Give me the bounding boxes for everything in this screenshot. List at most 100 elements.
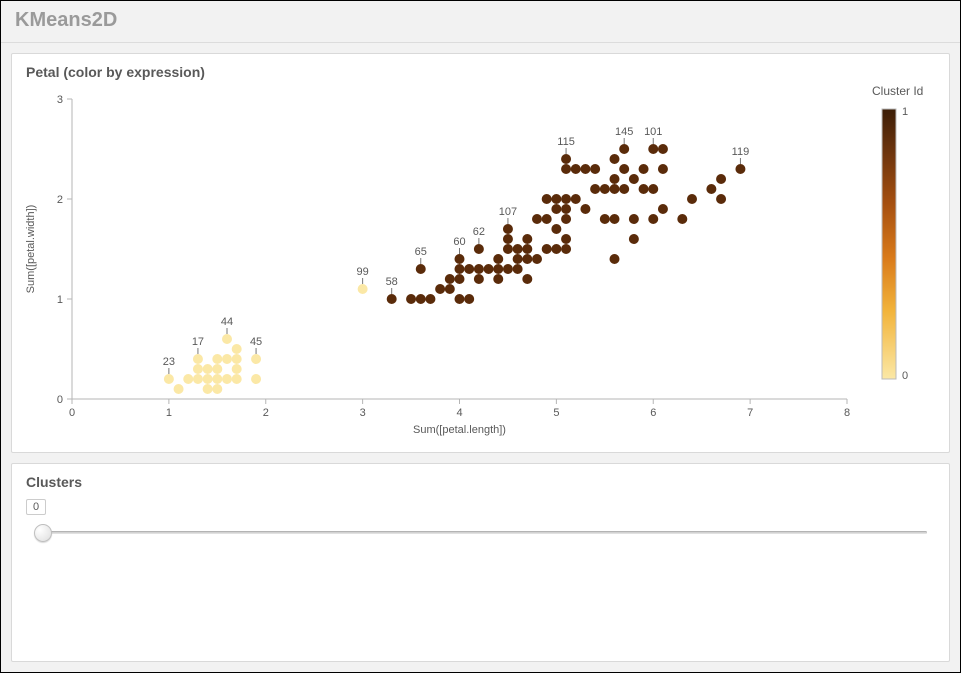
data-point[interactable] — [212, 374, 222, 384]
data-point[interactable] — [706, 184, 716, 194]
data-point[interactable] — [503, 244, 513, 254]
data-point[interactable] — [542, 214, 552, 224]
data-point[interactable] — [164, 374, 174, 384]
data-point[interactable] — [513, 244, 523, 254]
data-point[interactable] — [455, 264, 465, 274]
data-point[interactable] — [425, 294, 435, 304]
data-point[interactable] — [203, 374, 213, 384]
data-point[interactable] — [183, 374, 193, 384]
scatter-plot[interactable]: 0123456780123Sum([petal.length])Sum([pet… — [12, 54, 947, 442]
data-point[interactable] — [580, 164, 590, 174]
slider-knob[interactable] — [34, 524, 52, 542]
data-point[interactable] — [580, 204, 590, 214]
data-point[interactable] — [629, 214, 639, 224]
data-point[interactable] — [445, 274, 455, 284]
data-point[interactable] — [522, 244, 532, 254]
data-point[interactable] — [532, 214, 542, 224]
data-point[interactable] — [193, 364, 203, 374]
data-point[interactable] — [503, 264, 513, 274]
data-point[interactable] — [561, 154, 571, 164]
data-point[interactable] — [658, 164, 668, 174]
data-point[interactable] — [513, 264, 523, 274]
data-point[interactable] — [493, 274, 503, 284]
data-point[interactable] — [522, 254, 532, 264]
data-point[interactable] — [658, 144, 668, 154]
data-point[interactable] — [648, 144, 658, 154]
data-point[interactable] — [232, 374, 242, 384]
data-point[interactable] — [474, 274, 484, 284]
data-point[interactable] — [464, 264, 474, 274]
data-point[interactable] — [251, 374, 261, 384]
data-point[interactable] — [639, 164, 649, 174]
data-point[interactable] — [474, 244, 484, 254]
data-point[interactable] — [445, 284, 455, 294]
data-point[interactable] — [648, 214, 658, 224]
data-point[interactable] — [619, 184, 629, 194]
data-point[interactable] — [639, 184, 649, 194]
data-point[interactable] — [551, 194, 561, 204]
data-point[interactable] — [677, 214, 687, 224]
data-point[interactable] — [212, 384, 222, 394]
data-point[interactable] — [174, 384, 184, 394]
data-point[interactable] — [455, 254, 465, 264]
data-point[interactable] — [203, 364, 213, 374]
data-point[interactable] — [600, 214, 610, 224]
data-point[interactable] — [522, 274, 532, 284]
data-point[interactable] — [416, 264, 426, 274]
data-point[interactable] — [522, 234, 532, 244]
data-point[interactable] — [619, 144, 629, 154]
data-point[interactable] — [474, 264, 484, 274]
data-point[interactable] — [532, 254, 542, 264]
data-point[interactable] — [193, 374, 203, 384]
data-point[interactable] — [551, 244, 561, 254]
data-point[interactable] — [561, 244, 571, 254]
data-point[interactable] — [513, 254, 523, 264]
data-point[interactable] — [416, 294, 426, 304]
data-point[interactable] — [232, 344, 242, 354]
data-point[interactable] — [493, 264, 503, 274]
data-point[interactable] — [648, 184, 658, 194]
data-point[interactable] — [551, 224, 561, 234]
chart-panel[interactable]: Petal (color by expression) 012345678012… — [11, 53, 950, 453]
data-point[interactable] — [561, 204, 571, 214]
data-point[interactable] — [212, 354, 222, 364]
data-point[interactable] — [629, 234, 639, 244]
data-point[interactable] — [358, 284, 368, 294]
data-point[interactable] — [571, 164, 581, 174]
data-point[interactable] — [484, 264, 494, 274]
data-point[interactable] — [590, 184, 600, 194]
data-point[interactable] — [716, 194, 726, 204]
data-point[interactable] — [222, 374, 232, 384]
data-point[interactable] — [590, 164, 600, 174]
data-point[interactable] — [716, 174, 726, 184]
clusters-slider[interactable] — [30, 519, 931, 545]
data-point[interactable] — [561, 214, 571, 224]
data-point[interactable] — [542, 244, 552, 254]
data-point[interactable] — [561, 164, 571, 174]
data-point[interactable] — [212, 364, 222, 374]
data-point[interactable] — [455, 294, 465, 304]
data-point[interactable] — [464, 294, 474, 304]
data-point[interactable] — [561, 234, 571, 244]
data-point[interactable] — [542, 194, 552, 204]
data-point[interactable] — [503, 224, 513, 234]
data-point[interactable] — [571, 194, 581, 204]
data-point[interactable] — [610, 214, 620, 224]
data-point[interactable] — [629, 174, 639, 184]
data-point[interactable] — [251, 354, 261, 364]
data-point[interactable] — [503, 234, 513, 244]
data-point[interactable] — [232, 354, 242, 364]
data-point[interactable] — [619, 164, 629, 174]
data-point[interactable] — [610, 254, 620, 264]
data-point[interactable] — [193, 354, 203, 364]
data-point[interactable] — [435, 284, 445, 294]
data-point[interactable] — [222, 354, 232, 364]
data-point[interactable] — [493, 254, 503, 264]
data-point[interactable] — [561, 194, 571, 204]
data-point[interactable] — [455, 274, 465, 284]
data-point[interactable] — [222, 334, 232, 344]
data-point[interactable] — [687, 194, 697, 204]
data-point[interactable] — [600, 184, 610, 194]
data-point[interactable] — [406, 294, 416, 304]
data-point[interactable] — [387, 294, 397, 304]
